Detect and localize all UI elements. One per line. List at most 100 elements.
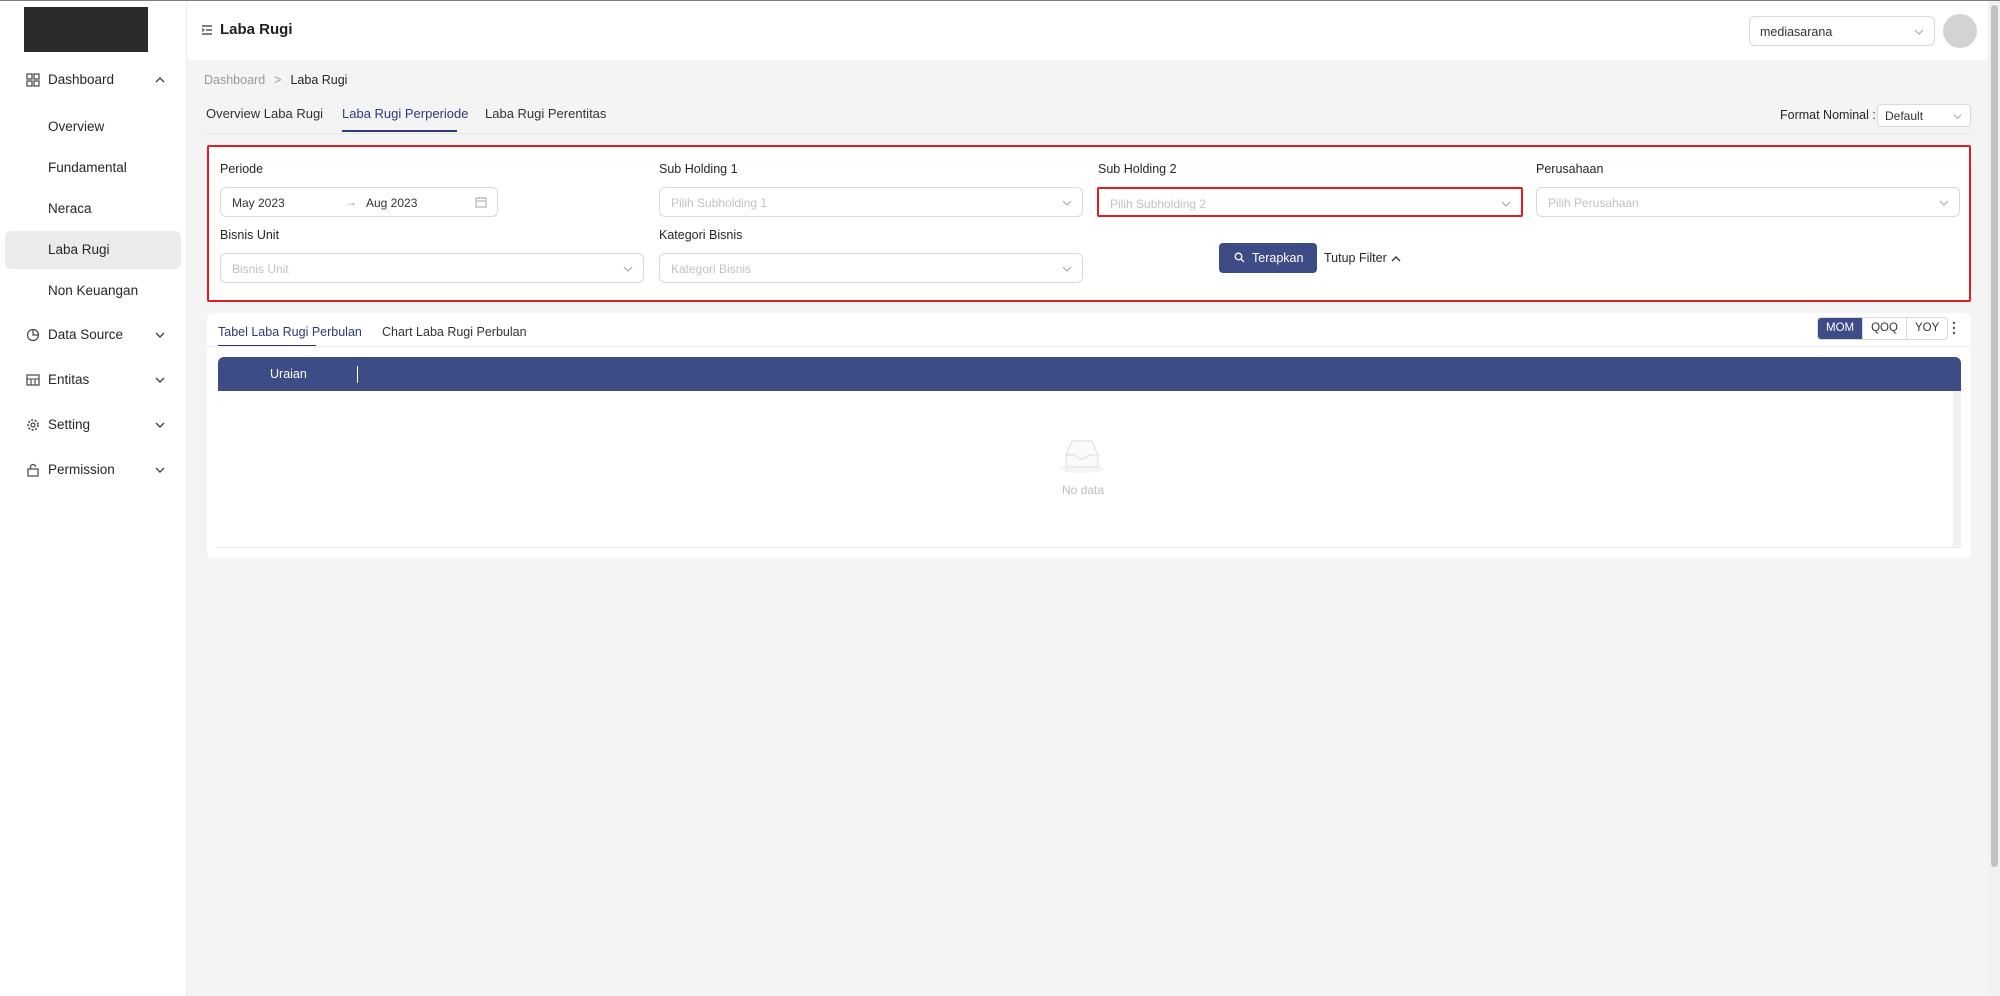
sidebar-group-permission[interactable]: Permission	[0, 450, 187, 490]
breadcrumb-separator: >	[274, 73, 282, 87]
table-card: Tabel Laba Rugi Perbulan Chart Laba Rugi…	[207, 313, 1971, 558]
user-select-value: mediasarana	[1760, 25, 1833, 39]
close-filter-label: Tutup Filter	[1324, 251, 1387, 265]
chevron-down-icon	[1939, 200, 1949, 206]
card-tabs-divider	[207, 346, 1971, 347]
perusahaan-select[interactable]: Pilih Perusahaan	[1536, 187, 1960, 217]
format-nominal-select[interactable]: Default	[1877, 104, 1971, 127]
sub-holding-2-label: Sub Holding 2	[1098, 162, 1177, 176]
sidebar-group-dashboard[interactable]: Dashboard	[0, 60, 187, 100]
periode-end[interactable]: Aug 2023	[366, 196, 417, 210]
mode-qoq-button[interactable]: QOQ	[1863, 318, 1907, 339]
user-select[interactable]: mediasarana	[1749, 16, 1935, 46]
sidebar-item-label: Overview	[48, 119, 105, 134]
bisnis-unit-select[interactable]: Bisnis Unit	[220, 253, 644, 283]
more-vertical-icon[interactable]	[1951, 320, 1957, 336]
filter-panel: Periode May 2023 → Aug 2023 Sub Holding …	[207, 145, 1971, 302]
mode-mom-button[interactable]: MOM	[1818, 318, 1864, 339]
sidebar-item-label: Neraca	[48, 201, 92, 216]
chevron-down-icon	[155, 332, 165, 338]
tab-laba-rugi-perperiode[interactable]: Laba Rugi Perperiode	[342, 106, 468, 121]
kategori-bisnis-select[interactable]: Kategori Bisnis	[659, 253, 1083, 283]
page-scrollbar[interactable]	[1988, 1, 2000, 996]
sidebar-group-label: Data Source	[48, 327, 124, 342]
period-mode-toggle: MOM QOQ YOY	[1817, 317, 1949, 340]
tab-tabel-laba-rugi-perbulan[interactable]: Tabel Laba Rugi Perbulan	[218, 325, 362, 339]
tab-overview-laba-rugi[interactable]: Overview Laba Rugi	[206, 106, 323, 121]
sidebar-item-non-keuangan[interactable]: Non Keuangan	[5, 272, 181, 310]
sidebar-item-label: Laba Rugi	[48, 242, 110, 257]
bisnis-unit-placeholder: Bisnis Unit	[232, 262, 289, 276]
perusahaan-placeholder: Pilih Perusahaan	[1548, 196, 1639, 210]
chevron-down-icon	[1914, 29, 1924, 35]
chevron-down-icon	[1953, 114, 1962, 120]
sub-holding-1-select[interactable]: Pilih Subholding 1	[659, 187, 1083, 217]
sub-holding-2-select[interactable]: Pilih Subholding 2	[1097, 187, 1523, 217]
sidebar-group-data-source[interactable]: Data Source	[0, 315, 187, 355]
sub-holding-1-placeholder: Pilih Subholding 1	[671, 196, 768, 210]
chevron-up-icon	[155, 77, 165, 83]
table-body: No data	[218, 391, 1961, 548]
sidebar-group-label: Setting	[48, 417, 91, 432]
chevron-down-icon	[1062, 200, 1072, 206]
lock-icon	[27, 463, 39, 477]
breadcrumb: Dashboard > Laba Rugi	[204, 73, 347, 87]
perusahaan-label: Perusahaan	[1536, 162, 1604, 176]
pie-chart-icon	[26, 328, 40, 342]
sidebar-group-label: Permission	[48, 462, 115, 477]
inbox-icon	[1060, 440, 1104, 473]
sub-holding-2-placeholder: Pilih Subholding 2	[1110, 197, 1207, 211]
sidebar-item-fundamental[interactable]: Fundamental	[5, 149, 181, 187]
sidebar-item-label: Fundamental	[48, 160, 127, 175]
tabs-divider	[204, 133, 1972, 134]
chevron-down-icon	[155, 422, 165, 428]
column-resize-handle[interactable]	[357, 366, 358, 383]
chevron-down-icon	[155, 467, 165, 473]
kategori-bisnis-label: Kategori Bisnis	[659, 228, 743, 242]
apply-filter-label: Terapkan	[1252, 251, 1304, 265]
kategori-bisnis-placeholder: Kategori Bisnis	[671, 262, 752, 276]
sidebar-group-label: Dashboard	[48, 72, 115, 87]
periode-range-picker[interactable]: May 2023 → Aug 2023	[220, 187, 498, 217]
periode-start[interactable]: May 2023	[232, 196, 285, 210]
calendar-icon	[475, 197, 487, 208]
chevron-up-icon	[1391, 255, 1401, 262]
close-filter-button[interactable]: Tutup Filter	[1324, 251, 1401, 265]
search-icon	[1234, 252, 1245, 263]
menu-fold-icon[interactable]	[201, 24, 213, 36]
sub-holding-1-label: Sub Holding 1	[659, 162, 738, 176]
sidebar-item-overview[interactable]: Overview	[5, 108, 181, 146]
grid-icon	[26, 73, 40, 87]
gear-icon	[27, 419, 39, 431]
arrow-right-icon: →	[345, 195, 357, 209]
breadcrumb-root[interactable]: Dashboard	[204, 73, 265, 87]
sidebar-item-label: Non Keuangan	[48, 283, 139, 298]
chevron-down-icon	[1062, 266, 1072, 272]
mode-yoy-button[interactable]: YOY	[1907, 318, 1947, 339]
sidebar-item-neraca[interactable]: Neraca	[5, 190, 181, 228]
tab-chart-laba-rugi-perbulan[interactable]: Chart Laba Rugi Perbulan	[382, 325, 527, 339]
tab-laba-rugi-perentitas[interactable]: Laba Rugi Perentitas	[485, 106, 606, 121]
top-header: Laba Rugi mediasarana	[187, 1, 1988, 60]
chevron-down-icon	[623, 266, 633, 272]
active-tab-indicator	[342, 130, 457, 132]
chevron-down-icon	[155, 377, 165, 383]
sidebar-group-entitas[interactable]: Entitas	[0, 360, 187, 400]
avatar[interactable]	[1943, 14, 1977, 48]
sidebar-group-label: Entitas	[48, 372, 90, 387]
column-header-uraian[interactable]: Uraian	[270, 367, 307, 381]
logo	[24, 7, 148, 52]
sidebar: Dashboard Overview Fundamental Neraca La…	[0, 1, 187, 996]
breadcrumb-current: Laba Rugi	[290, 73, 348, 87]
empty-state-text: No data	[1062, 483, 1105, 497]
table-header: Uraian	[218, 357, 1961, 391]
bisnis-unit-label: Bisnis Unit	[220, 228, 280, 242]
page-scrollbar-thumb[interactable]	[1991, 5, 1998, 867]
sidebar-group-setting[interactable]: Setting	[0, 405, 187, 445]
sidebar-item-laba-rugi[interactable]: Laba Rugi	[5, 231, 181, 269]
table-scrollbar[interactable]	[1953, 391, 1961, 547]
periode-label: Periode	[220, 162, 264, 176]
table-icon	[26, 374, 40, 386]
page-title: Laba Rugi	[220, 21, 293, 38]
apply-filter-button[interactable]: Terapkan	[1219, 243, 1317, 273]
